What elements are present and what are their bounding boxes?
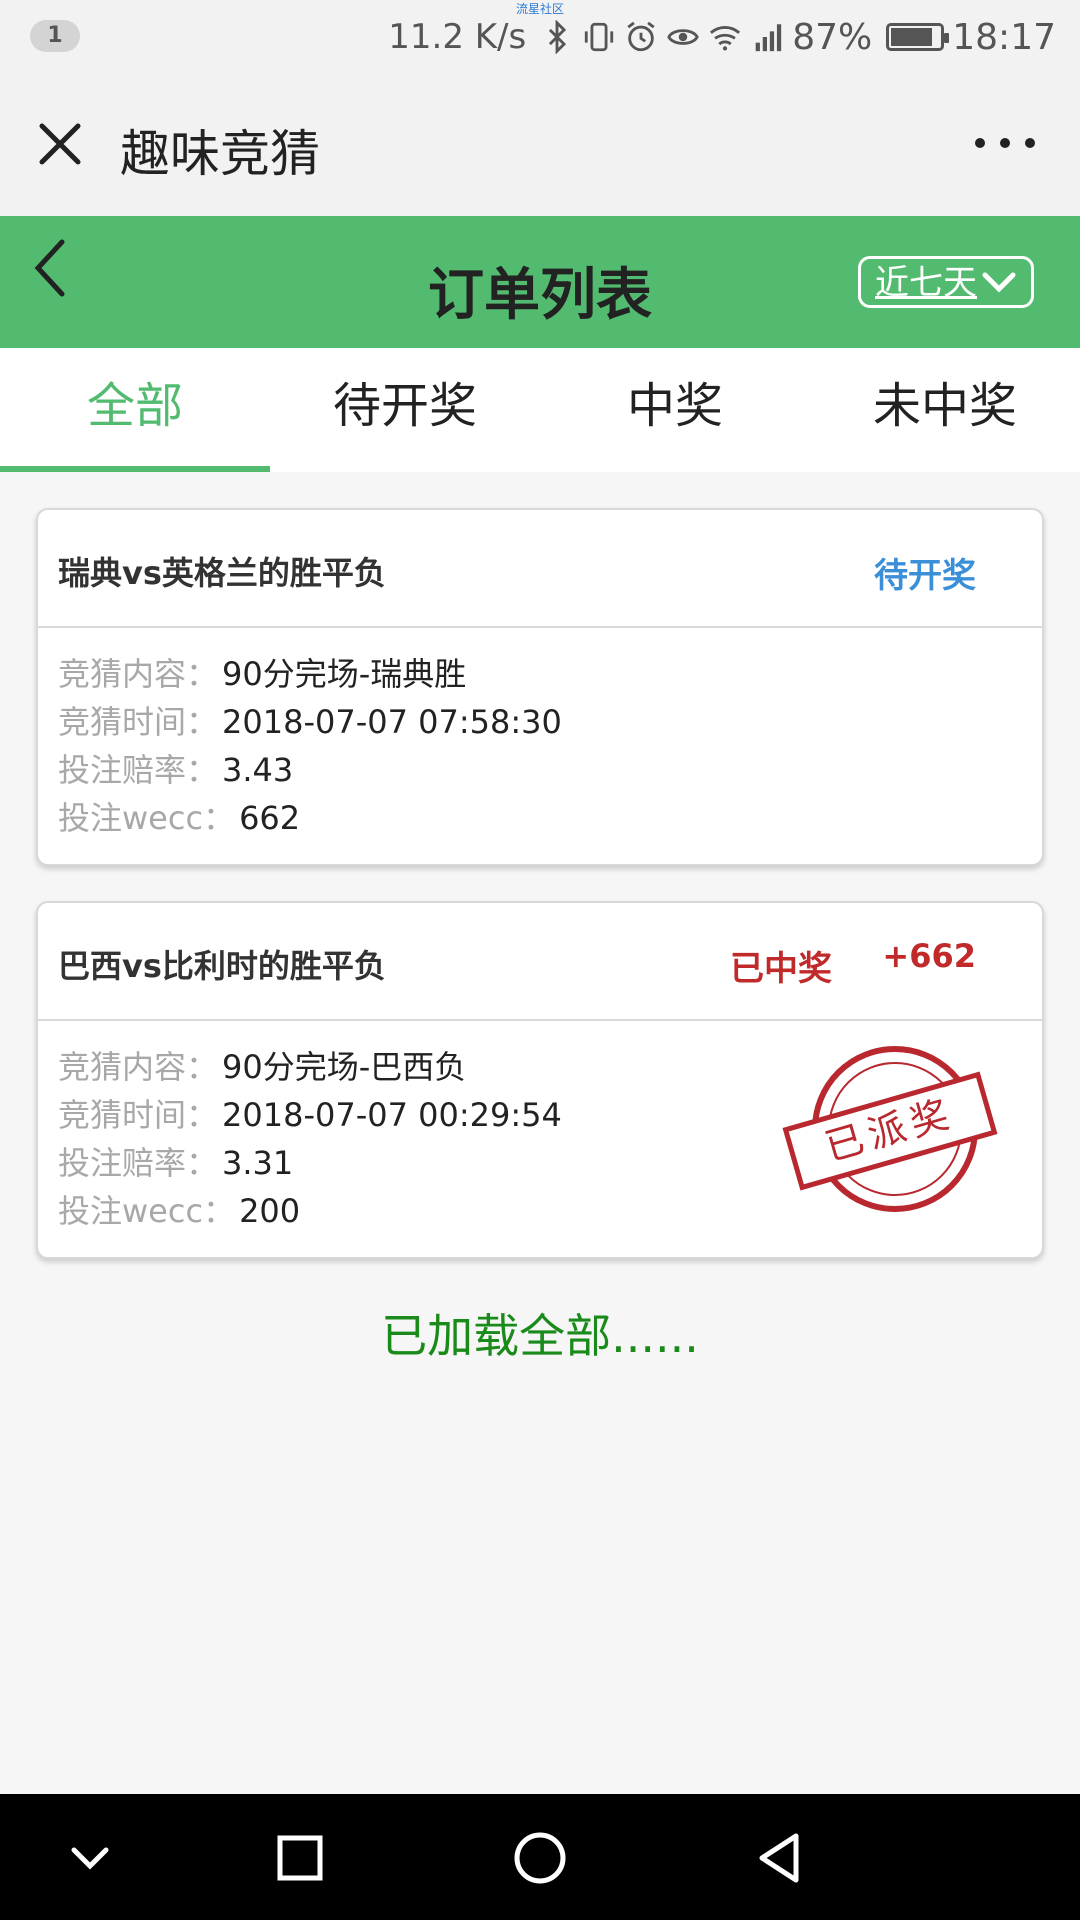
- order-title: 瑞典vs英格兰的胜平负: [58, 554, 386, 592]
- close-icon[interactable]: [28, 112, 92, 176]
- tab-lost[interactable]: 未中奖: [810, 348, 1080, 472]
- app-title: 趣味竞猜: [120, 125, 320, 183]
- detail-value: 90分完场-巴西负: [222, 1048, 467, 1086]
- bluetooth-icon: [549, 20, 567, 54]
- detail-value: 2018-07-07 00:29:54: [222, 1096, 562, 1134]
- date-range-label: 近七天: [875, 263, 977, 303]
- tab-won[interactable]: 中奖: [540, 348, 810, 472]
- battery-percent: 87%: [792, 16, 873, 58]
- detail-key: 竞猜时间：: [58, 703, 219, 741]
- tab-pending[interactable]: 待开奖: [270, 348, 540, 472]
- detail-key: 投注wecc：: [58, 1192, 236, 1230]
- hide-keyboard-icon[interactable]: [58, 1826, 122, 1890]
- page-header: 订单列表 近七天: [0, 216, 1080, 348]
- signal-icon: [755, 24, 782, 52]
- more-icon[interactable]: [970, 128, 1040, 158]
- tab-all[interactable]: 全部: [0, 348, 270, 472]
- vibrate-icon: [585, 22, 614, 52]
- order-card-header: 巴西vs比利时的胜平负 已中奖 +662: [38, 903, 1042, 1021]
- alarm-icon: [627, 21, 655, 52]
- load-complete-text: 已加载全部......: [381, 1309, 699, 1363]
- date-range-select[interactable]: 近七天: [858, 256, 1034, 308]
- notification-badge: 1: [30, 20, 80, 52]
- detail-row: 投注wecc： 662: [58, 794, 1022, 842]
- detail-key: 竞猜内容：: [58, 1048, 219, 1086]
- app-header: 趣味竞猜: [0, 72, 1080, 216]
- detail-value: 662: [239, 799, 301, 837]
- order-details: 竞猜内容： 90分完场-巴西负 竞猜时间： 2018-07-07 00:29:54 …: [38, 1021, 1042, 1257]
- detail-key: 投注wecc：: [58, 799, 236, 837]
- detail-row: 竞猜时间： 2018-07-07 07:58:30: [58, 698, 1022, 746]
- detail-value: 90分完场-瑞典胜: [222, 655, 467, 693]
- chevron-down-icon: [982, 272, 1016, 293]
- detail-value: 200: [239, 1192, 301, 1230]
- detail-value: 3.31: [222, 1144, 294, 1182]
- detail-key: 竞猜时间：: [58, 1096, 219, 1134]
- detail-key: 投注赔率：: [58, 751, 219, 789]
- detail-row: 竞猜内容： 90分完场-瑞典胜: [58, 650, 1022, 698]
- detail-key: 投注赔率：: [58, 1144, 219, 1182]
- order-title: 巴西vs比利时的胜平负: [58, 947, 386, 985]
- back-nav-icon[interactable]: [748, 1826, 812, 1890]
- recents-icon[interactable]: [268, 1826, 332, 1890]
- order-card[interactable]: 巴西vs比利时的胜平负 已中奖 +662 竞猜内容： 90分完场-巴西负 竞猜时间…: [36, 901, 1044, 1259]
- battery-icon: [886, 23, 950, 51]
- clock: 18:17: [952, 16, 1056, 58]
- detail-key: 竞猜内容：: [58, 655, 219, 693]
- wifi-icon: [710, 26, 741, 51]
- status-icons: 11.2 K/s 87% 18:17: [388, 12, 1056, 62]
- order-status: 待开奖: [874, 556, 976, 596]
- home-icon[interactable]: [508, 1826, 572, 1890]
- system-nav-bar: [0, 1794, 1080, 1920]
- eye-icon: [667, 29, 699, 45]
- order-details: 竞猜内容： 90分完场-瑞典胜 竞猜时间： 2018-07-07 07:58:30 …: [38, 628, 1042, 864]
- network-speed: 11.2 K/s: [388, 17, 527, 57]
- detail-value: 2018-07-07 07:58:30: [222, 703, 562, 741]
- detail-value: 3.43: [222, 751, 294, 789]
- order-gain: +662: [882, 937, 976, 975]
- order-status: 已中奖: [730, 949, 832, 989]
- paid-stamp: 已派奖: [782, 1046, 998, 1212]
- order-card-header: 瑞典vs英格兰的胜平负 待开奖: [38, 510, 1042, 628]
- status-bar: 1 流星社区 11.2 K/s 87% 18:17: [0, 0, 1080, 72]
- detail-row: 投注赔率： 3.43: [58, 746, 1022, 794]
- order-card[interactable]: 瑞典vs英格兰的胜平负 待开奖 竞猜内容： 90分完场-瑞典胜 竞猜时间： 2018…: [36, 508, 1044, 866]
- filter-tabs: 全部 待开奖 中奖 未中奖: [0, 348, 1080, 472]
